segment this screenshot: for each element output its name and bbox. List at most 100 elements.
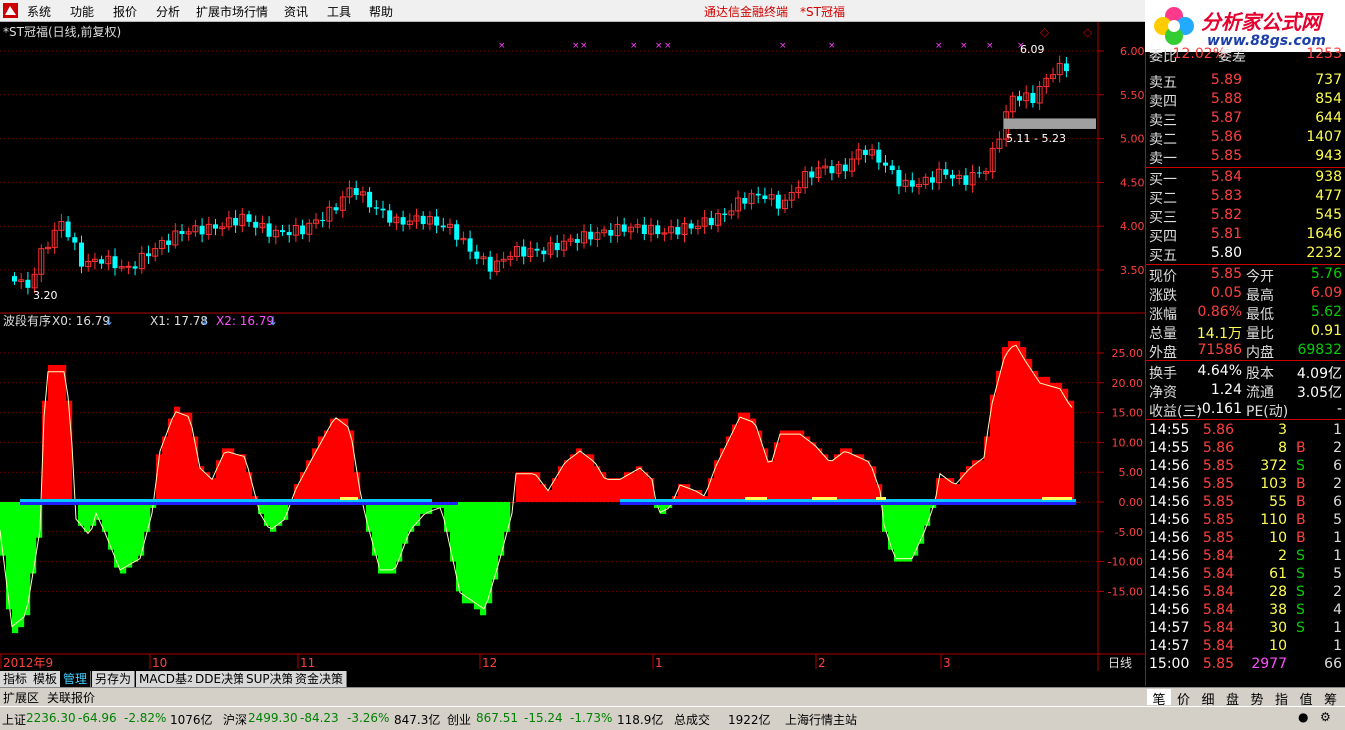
signal-bar	[745, 497, 767, 500]
tick-side: S	[1296, 584, 1305, 600]
tab-related-quote[interactable]: 关联报价	[47, 689, 95, 706]
indicator-bar	[942, 478, 949, 502]
tick-time: 14:56	[1149, 512, 1190, 528]
right-tab[interactable]: 势	[1245, 689, 1269, 708]
hs-index-pct: -3.26%	[347, 711, 390, 725]
menu-function[interactable]: 功能	[70, 3, 94, 20]
candle-body	[655, 225, 661, 235]
candle-body	[755, 193, 761, 196]
candle-body	[166, 240, 172, 245]
tab-fund[interactable]: 资金决策	[292, 671, 348, 687]
tick-price: 5.86	[1202, 422, 1234, 438]
main-chart[interactable]: × × × × × × × × × × × × *ST冠福(日线,前复权) ◇ ◇ 6.09 3.20…	[0, 22, 1145, 672]
tick-price: 5.84	[1202, 638, 1234, 654]
indicator-bar	[474, 502, 481, 610]
tick-time: 14:56	[1149, 530, 1190, 546]
indicator-bar	[1020, 347, 1027, 502]
menu-quote[interactable]: 报价	[113, 3, 137, 20]
candle-body	[12, 276, 17, 282]
bid-price: 5.82	[1210, 207, 1242, 223]
tick-price: 5.84	[1202, 620, 1234, 636]
stat-label: 最高	[1246, 288, 1274, 304]
stat-value: -0.161	[1196, 401, 1242, 417]
tab-save-as[interactable]: 另存为	[92, 671, 136, 687]
bid-label: 买三	[1149, 210, 1177, 226]
signal-marker: ×	[630, 41, 638, 51]
indicator-bar	[996, 370, 1003, 502]
tab-manage[interactable]: 管理	[60, 671, 92, 687]
indicator-bar	[390, 502, 397, 574]
bid-volume: 938	[1315, 169, 1342, 185]
indicator-bar	[726, 436, 733, 502]
tick-count: 1	[1333, 530, 1342, 546]
ask-price: 5.88	[1210, 91, 1242, 107]
candle-body	[99, 259, 105, 264]
right-tab[interactable]: 筹	[1319, 689, 1343, 708]
indicator-bar	[594, 466, 601, 502]
candle-body	[950, 174, 955, 179]
stat-label: 涨幅	[1149, 307, 1177, 323]
indicator-bar	[1026, 358, 1033, 502]
right-tab[interactable]: 价	[1172, 689, 1196, 708]
menu-help[interactable]: 帮助	[369, 3, 393, 20]
server-name[interactable]: 上海行情主站	[785, 711, 857, 728]
tick-side: S	[1296, 620, 1305, 636]
candle-body	[112, 256, 118, 269]
menu-info[interactable]: 资讯	[284, 3, 308, 20]
candle-body	[1030, 92, 1036, 104]
indicator-tick-label: 5.00	[1119, 466, 1144, 479]
settings-icon[interactable]: ⚙	[1320, 710, 1331, 724]
tick-count: 2	[1333, 440, 1342, 456]
indicator-bar	[648, 478, 655, 502]
indicator-bar	[330, 418, 337, 502]
stat-label: 涨跌	[1149, 288, 1177, 304]
menu-system[interactable]: 系统	[27, 3, 51, 20]
tab-sup[interactable]: SUP决策	[243, 671, 298, 687]
stock-title: *ST冠福	[800, 5, 845, 19]
candle-body	[474, 251, 480, 259]
signal-bar	[812, 497, 837, 500]
indicator-bar	[732, 424, 739, 502]
right-tab[interactable]: 笔	[1147, 689, 1171, 708]
right-tab[interactable]: 指	[1270, 689, 1294, 708]
stat-value: 0.05	[1210, 285, 1242, 301]
indicator-bar	[192, 436, 199, 502]
signal-marker: ×	[498, 41, 506, 51]
tab-template[interactable]: 模板	[30, 671, 62, 687]
candle-body	[280, 230, 285, 233]
indicator-bar	[960, 472, 967, 502]
menu-tools[interactable]: 工具	[327, 3, 351, 20]
menu-extended-market[interactable]: 扩展市场行情	[196, 3, 268, 20]
stat-label: 最低	[1246, 307, 1274, 323]
indicator-bar	[1068, 400, 1075, 502]
right-tab[interactable]: 细	[1196, 689, 1220, 708]
indicator-bar	[462, 502, 469, 604]
tab-indicator[interactable]: 指标	[0, 671, 32, 687]
indicator-tab-bar: 指标 模板 管理 另存为 MACD基本 DDE决策 SUP决策 资金决策	[0, 671, 1145, 687]
tick-price: 5.85	[1202, 494, 1234, 510]
period-label[interactable]: 日线	[1108, 656, 1132, 670]
ask-label: 卖二	[1149, 132, 1177, 148]
indicator-bar	[1044, 376, 1051, 502]
chart-corner-icon[interactable]: ◇	[1040, 25, 1050, 39]
indicator-bar	[168, 418, 175, 502]
tick-volume: 30	[1269, 620, 1287, 636]
chart-close-icon[interactable]: ◇	[1083, 25, 1093, 39]
candle-body	[300, 225, 306, 235]
stat-label: 内盘	[1246, 345, 1274, 361]
candle-body	[608, 229, 614, 236]
indicator-bar	[234, 454, 241, 502]
tab-extension-area[interactable]: 扩展区	[3, 689, 39, 706]
indicator-bar	[306, 460, 313, 502]
right-tab[interactable]: 盘	[1221, 689, 1245, 708]
stat-label: 今开	[1246, 269, 1274, 285]
menu-analysis[interactable]: 分析	[156, 3, 180, 20]
candle-body	[353, 188, 359, 195]
indicator-bar	[1050, 382, 1057, 502]
right-tab[interactable]: 值	[1294, 689, 1318, 708]
tick-volume: 2977	[1251, 656, 1287, 672]
tick-count: 1	[1333, 638, 1342, 654]
indicator-bar	[1038, 376, 1045, 502]
bid-price: 5.83	[1210, 188, 1242, 204]
tab-dde[interactable]: DDE决策	[192, 671, 250, 687]
